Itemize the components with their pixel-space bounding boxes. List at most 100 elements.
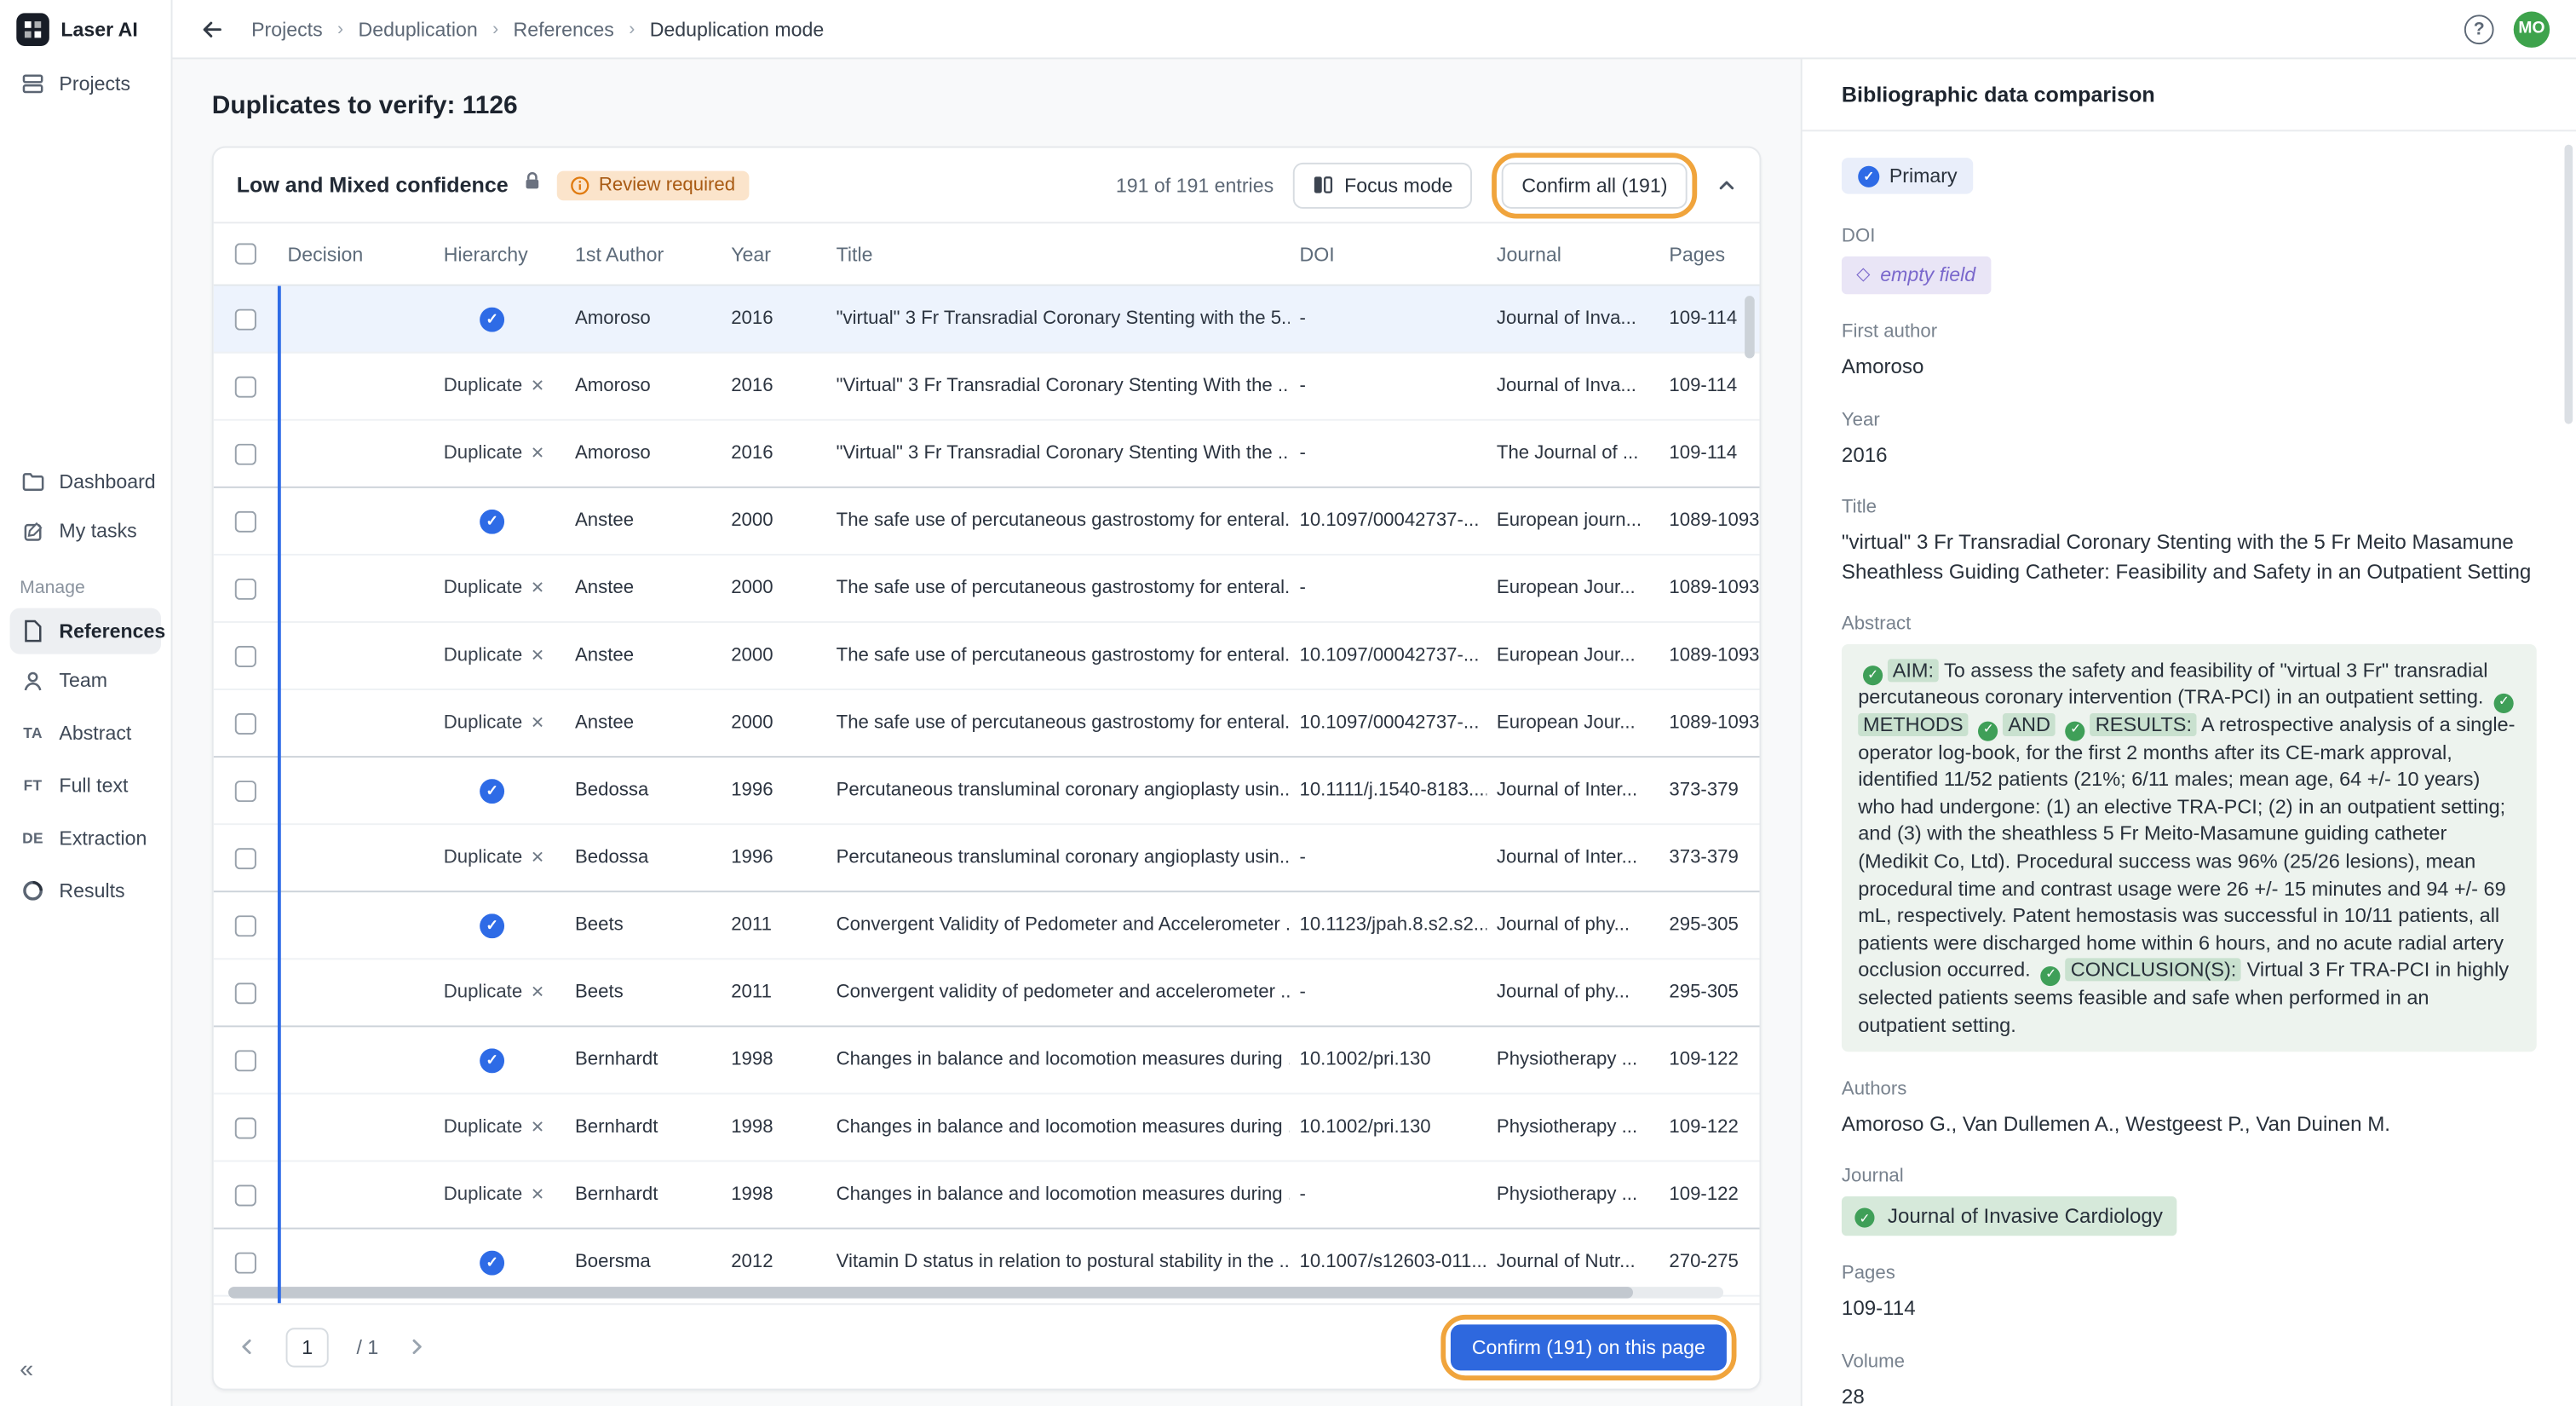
cell-year: 1998 bbox=[722, 1184, 826, 1204]
row-checkbox[interactable] bbox=[235, 1252, 256, 1273]
row-checkbox[interactable] bbox=[235, 982, 256, 1003]
remove-duplicate-icon[interactable]: ✕ bbox=[531, 378, 544, 396]
next-page-button[interactable] bbox=[406, 1336, 428, 1357]
avatar[interactable]: MO bbox=[2514, 11, 2550, 47]
row-checkbox[interactable] bbox=[235, 1184, 256, 1206]
column-header-hierarchy[interactable]: Hierarchy bbox=[434, 242, 565, 265]
prev-page-button[interactable] bbox=[237, 1336, 258, 1357]
table-row[interactable]: ✓Amoroso2016"virtual" 3 Fr Transradial C… bbox=[214, 286, 1760, 354]
sidebar-item-results[interactable]: Results bbox=[10, 867, 161, 913]
cell-journal: European Jour... bbox=[1486, 579, 1659, 598]
page-number-input[interactable]: 1 bbox=[286, 1327, 329, 1366]
select-all-checkbox[interactable] bbox=[235, 243, 256, 264]
breadcrumb-item[interactable]: References bbox=[514, 17, 614, 40]
remove-duplicate-icon[interactable]: ✕ bbox=[531, 715, 544, 733]
table-body: ✓Amoroso2016"virtual" 3 Fr Transradial C… bbox=[214, 286, 1760, 1297]
row-checkbox[interactable] bbox=[235, 1116, 256, 1138]
cell-hierarchy: ✓ bbox=[434, 307, 565, 331]
table-row[interactable]: Duplicate✕Beets2011Convergent validity o… bbox=[214, 959, 1760, 1027]
row-checkbox[interactable] bbox=[235, 510, 256, 532]
check-icon: ✓ bbox=[1979, 721, 1998, 740]
column-header-doi[interactable]: DOI bbox=[1290, 242, 1486, 265]
row-checkbox[interactable] bbox=[235, 443, 256, 464]
field-year: Year 2016 bbox=[1842, 410, 2537, 470]
confirm-all-button[interactable]: Confirm all (191) bbox=[1502, 162, 1687, 208]
row-checkbox[interactable] bbox=[235, 712, 256, 734]
table-row[interactable]: ✓Bernhardt1998Changes in balance and loc… bbox=[214, 1027, 1760, 1094]
remove-duplicate-icon[interactable]: ✕ bbox=[531, 1119, 544, 1137]
help-icon[interactable]: ? bbox=[2464, 14, 2494, 43]
table-row[interactable]: Duplicate✕Bernhardt1998Changes in balanc… bbox=[214, 1161, 1760, 1229]
breadcrumb-item[interactable]: Deduplication bbox=[358, 17, 477, 40]
column-header-pages[interactable]: Pages bbox=[1659, 242, 1760, 265]
journal-value: Journal of Invasive Cardiology bbox=[1888, 1201, 2163, 1231]
field-journal: Journal ✓ Journal of Invasive Cardiology bbox=[1842, 1167, 2537, 1236]
sidebar-collapse-button[interactable]: « bbox=[0, 1356, 171, 1406]
table-row[interactable]: Duplicate✕Anstee2000The safe use of perc… bbox=[214, 690, 1760, 758]
table-row[interactable]: Duplicate✕Amoroso2016"Virtual" 3 Fr Tran… bbox=[214, 354, 1760, 421]
column-header-title[interactable]: Title bbox=[826, 242, 1290, 265]
table-row[interactable]: Duplicate✕Bernhardt1998Changes in balanc… bbox=[214, 1094, 1760, 1161]
table-row[interactable]: Duplicate✕Bedossa1996Percutaneous transl… bbox=[214, 825, 1760, 892]
check-icon: ✓ bbox=[1854, 1208, 1874, 1228]
table-horizontal-scrollbar[interactable] bbox=[228, 1287, 1634, 1299]
field-label-abstract: Abstract bbox=[1842, 614, 2537, 634]
sidebar-item-dashboard[interactable]: Dashboard bbox=[0, 457, 171, 506]
cell-pages: 1089-1093 bbox=[1659, 713, 1760, 733]
focus-mode-button[interactable]: Focus mode bbox=[1293, 162, 1472, 208]
empty-field-chip: ◇ empty field bbox=[1842, 256, 1991, 295]
back-button[interactable] bbox=[198, 15, 225, 42]
row-checkbox[interactable] bbox=[235, 376, 256, 397]
cell-doi: - bbox=[1290, 1184, 1486, 1204]
sidebar-item-extraction[interactable]: DE Extraction bbox=[10, 815, 161, 861]
primary-check-icon: ✓ bbox=[480, 509, 504, 533]
column-header-decision[interactable]: Decision bbox=[278, 242, 434, 265]
table-row[interactable]: ✓Bedossa1996Percutaneous transluminal co… bbox=[214, 758, 1760, 825]
detail-vertical-scrollbar[interactable] bbox=[2564, 145, 2573, 424]
table-row[interactable]: Duplicate✕Amoroso2016"Virtual" 3 Fr Tran… bbox=[214, 421, 1760, 488]
row-checkbox[interactable] bbox=[235, 578, 256, 599]
sidebar-item-projects[interactable]: Projects bbox=[0, 59, 171, 108]
table-row[interactable]: Duplicate✕Anstee2000The safe use of perc… bbox=[214, 623, 1760, 690]
breadcrumb-separator: › bbox=[492, 19, 498, 38]
check-icon: ✓ bbox=[1863, 666, 1883, 686]
app-logo: Laser AI bbox=[0, 0, 171, 59]
cell-title: The safe use of percutaneous gastrostomy… bbox=[826, 713, 1290, 733]
confirm-page-button[interactable]: Confirm (191) on this page bbox=[1451, 1323, 1727, 1369]
cell-year: 2016 bbox=[722, 309, 826, 329]
column-header-author[interactable]: 1st Author bbox=[565, 242, 721, 265]
column-header-year[interactable]: Year bbox=[722, 242, 826, 265]
row-checkbox[interactable] bbox=[235, 645, 256, 666]
sidebar: Laser AI Projects Dashboard My tasks Man bbox=[0, 0, 172, 1406]
remove-duplicate-icon[interactable]: ✕ bbox=[531, 984, 544, 1002]
row-checkbox[interactable] bbox=[235, 914, 256, 936]
breadcrumb: Projects › Deduplication › References › … bbox=[251, 17, 824, 40]
table-row[interactable]: Duplicate✕Anstee2000The safe use of perc… bbox=[214, 556, 1760, 623]
sidebar-nav-group: Dashboard My tasks Manage References Te bbox=[0, 457, 171, 920]
sidebar-item-abstract[interactable]: TA Abstract bbox=[10, 710, 161, 756]
remove-duplicate-icon[interactable]: ✕ bbox=[531, 446, 544, 464]
sidebar-item-references[interactable]: References bbox=[10, 608, 161, 654]
breadcrumb-item[interactable]: Deduplication mode bbox=[650, 17, 825, 40]
row-checkbox[interactable] bbox=[235, 308, 256, 330]
sidebar-item-my-tasks[interactable]: My tasks bbox=[0, 506, 171, 556]
remove-duplicate-icon[interactable]: ✕ bbox=[531, 850, 544, 867]
field-label-year: Year bbox=[1842, 410, 2537, 429]
remove-duplicate-icon[interactable]: ✕ bbox=[531, 648, 544, 666]
table-row[interactable]: ✓Anstee2000The safe use of percutaneous … bbox=[214, 488, 1760, 556]
table-vertical-scrollbar[interactable] bbox=[1745, 296, 1755, 358]
row-checkbox[interactable] bbox=[235, 780, 256, 801]
remove-duplicate-icon[interactable]: ✕ bbox=[531, 580, 544, 598]
breadcrumb-item[interactable]: Projects bbox=[251, 17, 323, 40]
row-checkbox[interactable] bbox=[235, 847, 256, 868]
row-checkbox[interactable] bbox=[235, 1049, 256, 1070]
sidebar-item-full-text[interactable]: FT Full text bbox=[10, 763, 161, 809]
sidebar-item-team[interactable]: Team bbox=[10, 657, 161, 703]
remove-duplicate-icon[interactable]: ✕ bbox=[531, 1186, 544, 1204]
column-header-journal[interactable]: Journal bbox=[1486, 242, 1659, 265]
table-row[interactable]: ✓Beets2011Convergent Validity of Pedomet… bbox=[214, 892, 1760, 959]
cell-title: Changes in balance and locomotion measur… bbox=[826, 1117, 1290, 1137]
collapse-panel-chevron-icon[interactable] bbox=[1716, 175, 1736, 194]
lock-icon bbox=[523, 170, 543, 200]
confirm-all-annotation-ring: Confirm all (191) bbox=[1492, 152, 1697, 217]
